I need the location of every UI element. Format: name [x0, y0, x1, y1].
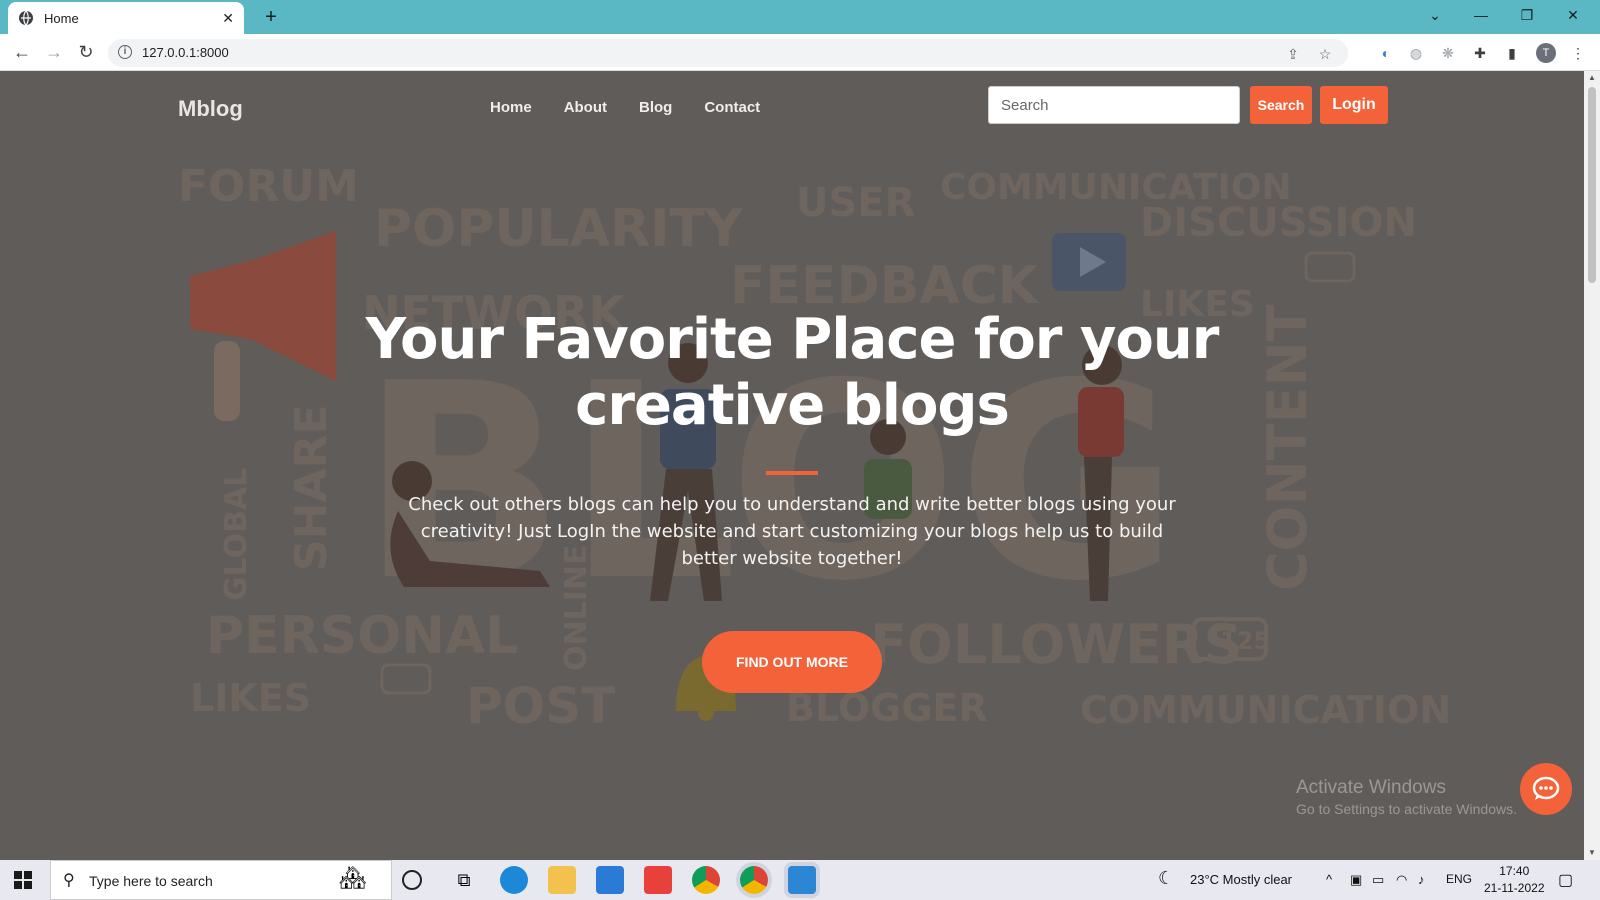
- notification-center-icon[interactable]: ▢: [1558, 870, 1573, 890]
- bg-word: USER: [796, 180, 915, 226]
- bg-word: FORUM: [178, 161, 359, 212]
- watermark-subtitle: Go to Settings to activate Windows.: [1296, 801, 1517, 817]
- bg-word: POST: [466, 677, 615, 735]
- nav-home[interactable]: Home: [490, 99, 532, 116]
- bookmark-star-icon[interactable]: ☆: [1316, 45, 1334, 63]
- clock-time: 17:40: [1499, 864, 1530, 878]
- file-explorer-icon[interactable]: [548, 866, 576, 894]
- hero-background-illustration: FORUM POPULARITY USER COMMUNICATION DISC…: [178, 161, 1451, 735]
- window-close-icon[interactable]: ✕: [1550, 0, 1596, 30]
- scroll-up-icon[interactable]: ▲: [1584, 71, 1600, 85]
- minimize-icon[interactable]: —: [1458, 0, 1504, 30]
- taskbar-search-placeholder: Type here to search: [89, 873, 213, 889]
- side-panel-icon[interactable]: ▮: [1502, 43, 1522, 63]
- windows-start-icon[interactable]: [14, 871, 32, 889]
- weather-icon[interactable]: ☾: [1158, 868, 1174, 889]
- search-button[interactable]: Search: [1250, 86, 1312, 124]
- nav-about[interactable]: About: [564, 99, 607, 116]
- main-nav: Home About Blog Contact: [490, 99, 792, 116]
- reload-icon[interactable]: ↻: [74, 40, 98, 64]
- bg-word: PERSONAL: [206, 606, 518, 666]
- hero-description: Check out others blogs can help you to u…: [408, 494, 1176, 569]
- chrome-menu-icon[interactable]: ⋮: [1568, 43, 1588, 63]
- weather-text[interactable]: 23°C Mostly clear: [1190, 872, 1292, 887]
- new-tab-icon[interactable]: +: [258, 4, 284, 30]
- windows-taskbar: ⚲ Type here to search 🏘 ⧉ ☾ 23°C Mostly …: [0, 860, 1600, 900]
- restore-icon[interactable]: ❐: [1504, 0, 1550, 30]
- site-logo[interactable]: Mblog: [178, 96, 243, 122]
- extension-icon-2[interactable]: ◍: [1406, 43, 1426, 63]
- wifi-icon[interactable]: ◠: [1396, 872, 1407, 888]
- tab-title: Home: [44, 10, 79, 26]
- scroll-down-icon[interactable]: ▼: [1584, 846, 1600, 860]
- battery-icon[interactable]: ▭: [1372, 872, 1384, 888]
- hero-title: Your Favorite Place for your creative bl…: [365, 307, 1220, 438]
- address-toolbar: ← → ↻ i 127.0.0.1:8000 ⇪ ☆ ◐ ◍ ❋ ✚ ▮ T ⋮: [0, 34, 1600, 71]
- tab-search-icon[interactable]: ⌄: [1412, 0, 1458, 30]
- taskbar-search[interactable]: ⚲ Type here to search 🏘: [50, 860, 392, 900]
- activate-windows-watermark: Activate Windows Go to Settings to activ…: [1296, 777, 1517, 817]
- search-input[interactable]: [988, 86, 1240, 124]
- browser-tab-bar: Home ✕ + ⌄ — ❐ ✕: [0, 0, 1600, 34]
- chat-button[interactable]: [1520, 763, 1572, 815]
- search-icon: ⚲: [63, 872, 75, 889]
- language-indicator[interactable]: ENG: [1446, 872, 1472, 886]
- bg-word: FOLLOWERS: [870, 613, 1243, 676]
- clock-date: 21-11-2022: [1484, 881, 1545, 895]
- forward-icon[interactable]: →: [42, 40, 66, 64]
- url-text: 127.0.0.1:8000: [142, 45, 229, 60]
- search-highlight-icon: 🏘: [339, 865, 367, 890]
- chrome-icon[interactable]: [692, 866, 720, 894]
- chat-bubble-icon: [1532, 776, 1560, 800]
- show-hidden-icons[interactable]: ^: [1326, 872, 1332, 887]
- cortana-icon[interactable]: [402, 870, 422, 890]
- find-out-more-button[interactable]: FIND OUT MORE: [702, 631, 882, 693]
- tab-close-icon[interactable]: ✕: [222, 10, 234, 27]
- bg-word: GLOBAL: [219, 468, 254, 601]
- extension-icon-1[interactable]: ◐: [1376, 43, 1396, 63]
- edge-icon[interactable]: [500, 866, 528, 894]
- task-view-icon[interactable]: ⧉: [450, 866, 478, 894]
- scrollbar-thumb[interactable]: [1588, 87, 1596, 283]
- clock[interactable]: 17:40 21-11-2022: [1484, 863, 1545, 897]
- page-scrollbar[interactable]: ▲ ▼: [1584, 71, 1600, 860]
- bg-word: DISCUSSION: [1140, 200, 1417, 246]
- bg-word: COMMUNICATION: [1080, 688, 1451, 732]
- share-icon[interactable]: ⇪: [1284, 45, 1302, 63]
- globe-icon: [19, 10, 33, 26]
- nav-contact[interactable]: Contact: [704, 99, 760, 116]
- chrome-profile-icon[interactable]: [740, 866, 768, 894]
- hero-divider: [766, 471, 818, 475]
- watermark-title: Activate Windows: [1296, 777, 1446, 798]
- browser-tab[interactable]: Home ✕: [8, 2, 244, 34]
- meet-now-icon[interactable]: ▣: [1350, 872, 1362, 888]
- site-info-icon[interactable]: i: [118, 45, 132, 59]
- profile-avatar[interactable]: T: [1536, 43, 1556, 63]
- back-icon[interactable]: ←: [10, 40, 34, 64]
- nav-blog[interactable]: Blog: [639, 99, 672, 116]
- volume-icon[interactable]: ♪: [1418, 872, 1425, 887]
- page-viewport: FORUM POPULARITY USER COMMUNICATION DISC…: [0, 71, 1584, 860]
- bg-word: 125: [1220, 627, 1270, 655]
- extension-icon-3[interactable]: ❋: [1438, 43, 1458, 63]
- bg-word: POPULARITY: [374, 199, 744, 259]
- wps-office-icon[interactable]: [644, 866, 672, 894]
- extensions-puzzle-icon[interactable]: ✚: [1470, 43, 1490, 63]
- address-bar[interactable]: i 127.0.0.1:8000 ⇪ ☆: [108, 39, 1348, 67]
- vscode-icon[interactable]: [788, 866, 816, 894]
- login-button[interactable]: Login: [1320, 86, 1388, 124]
- mail-icon[interactable]: [596, 866, 624, 894]
- bg-word: LIKES: [190, 676, 311, 720]
